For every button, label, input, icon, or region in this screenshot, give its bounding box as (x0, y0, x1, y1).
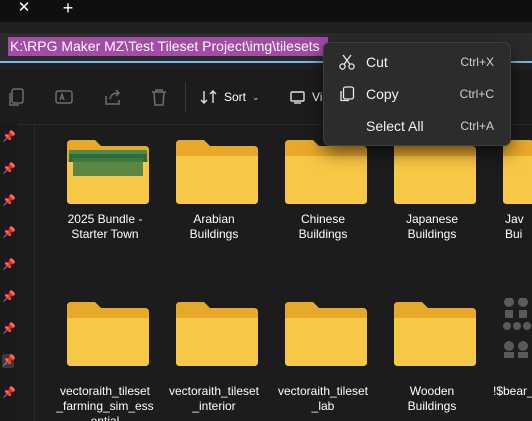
file-name: !$bear_ (493, 384, 532, 398)
sort-button[interactable]: Sort ⌄ (200, 85, 260, 109)
folder-item[interactable]: vectoraith_tileset _interior (162, 298, 266, 421)
pin-icon[interactable]: 📌 (2, 194, 16, 208)
scissors-icon (339, 54, 355, 70)
shortcut-label: Ctrl+X (460, 55, 494, 69)
folder-name: Starter Town (71, 227, 139, 241)
menu-item-label: Select All (366, 118, 424, 134)
folder-name: Buildings (298, 227, 348, 241)
pin-icon[interactable]: 📌 (2, 322, 16, 336)
file-item[interactable]: !$bear_ (489, 298, 532, 421)
menu-item-label: Cut (366, 54, 388, 70)
folder-name: vectoraith_tileset (168, 384, 260, 398)
menu-item-cut[interactable]: Cut Ctrl+X (324, 48, 510, 76)
folder-item[interactable]: Arabian Buildings (162, 136, 266, 266)
shortcut-label: Ctrl+C (459, 87, 494, 101)
folder-icon (394, 140, 476, 204)
copy-icon[interactable] (6, 86, 28, 108)
sprite-thumbnail-icon (503, 298, 531, 358)
address-path-text[interactable]: K:\RPG Maker MZ\Test Tileset Project\img… (8, 37, 328, 56)
folder-name: ential (90, 414, 120, 421)
folder-item[interactable]: Japanese Buildings (380, 136, 484, 266)
folder-item[interactable]: vectoraith_tileset _lab (271, 298, 375, 421)
folder-name: _farming_sim_ess (56, 399, 154, 413)
folder-name: Chinese (300, 212, 346, 226)
toolbar-divider (185, 82, 186, 112)
folder-item[interactable]: Wooden Buildings (380, 298, 484, 421)
folder-icon (176, 302, 258, 366)
folder-name: Bui (505, 227, 523, 241)
pane-divider (34, 124, 35, 421)
folder-icon (394, 302, 476, 366)
close-tab-icon[interactable]: ✕ (14, 0, 34, 18)
folder-icon (285, 302, 367, 366)
folder-icon (176, 140, 258, 204)
copy-icon (340, 86, 355, 102)
folder-name: Wooden (409, 384, 455, 398)
folder-name: vectoraith_tileset (59, 384, 151, 398)
pin-icon[interactable]: 📌 (2, 162, 16, 176)
folder-name: Japanese (405, 212, 459, 226)
folder-icon (503, 140, 532, 204)
folder-name: Jav (505, 212, 524, 226)
menu-item-select-all[interactable]: Select All Ctrl+A (324, 112, 510, 140)
folder-item[interactable]: Jav Bui (489, 136, 532, 266)
folder-name: _interior (192, 399, 236, 413)
folder-icon (285, 140, 367, 204)
delete-icon[interactable] (148, 86, 170, 108)
pin-icon[interactable]: 📌 (2, 290, 16, 304)
folder-icon (67, 140, 149, 204)
folder-item[interactable]: 2025 Bundle - Starter Town (53, 136, 157, 266)
new-tab-icon[interactable]: + (58, 0, 78, 17)
pin-icon[interactable]: 📌 (2, 354, 16, 368)
share-icon[interactable] (102, 86, 124, 108)
folder-icon (67, 302, 149, 366)
folder-name: vectoraith_tileset (277, 384, 369, 398)
pin-icon[interactable]: 📌 (2, 226, 16, 240)
sort-icon (200, 90, 217, 104)
menu-item-label: Copy (366, 86, 399, 102)
shortcut-label: Ctrl+A (460, 119, 494, 133)
folder-name: Buildings (407, 399, 457, 413)
folder-item[interactable]: Chinese Buildings (271, 136, 375, 266)
file-list: 2025 Bundle - Starter Town Arabian Build… (36, 124, 532, 421)
folder-item[interactable]: vectoraith_tileset _farming_sim_ess enti… (53, 298, 157, 421)
pin-icon[interactable]: 📌 (2, 258, 16, 272)
folder-name: 2025 Bundle - (67, 212, 143, 226)
view-icon (290, 91, 305, 104)
pin-icon[interactable]: 📌 (2, 130, 16, 144)
folder-name: Buildings (407, 227, 457, 241)
tab-strip: ✕ + (0, 0, 532, 22)
folder-name: Buildings (189, 227, 239, 241)
context-menu: Cut Ctrl+X Copy Ctrl+C Select All Ctrl+A (323, 42, 511, 146)
menu-item-copy[interactable]: Copy Ctrl+C (324, 80, 510, 108)
folder-name: Arabian (193, 212, 235, 226)
navigation-pane: 📌 📌 📌 📌 📌 📌 📌 📌 📌 (0, 124, 18, 421)
pin-icon[interactable]: 📌 (2, 386, 16, 400)
folder-name: _lab (311, 399, 335, 413)
sort-label: Sort (224, 90, 247, 104)
chevron-down-icon: ⌄ (252, 91, 260, 102)
rename-icon[interactable] (53, 86, 75, 108)
